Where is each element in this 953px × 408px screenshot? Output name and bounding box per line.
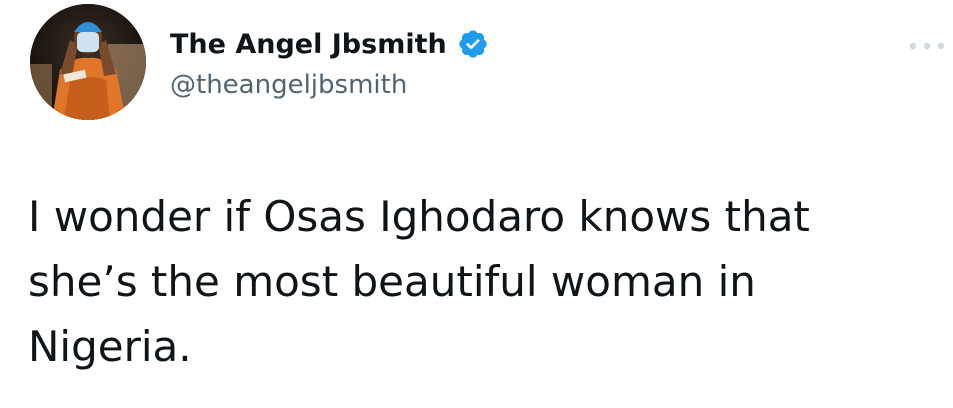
more-options-icon [909,42,945,50]
author-display-name[interactable]: The Angel Jbsmith [170,29,447,60]
author-name-row: The Angel Jbsmith [170,24,489,64]
author-handle[interactable]: @theangeljbsmith [170,70,407,100]
tweet-text: I wonder if Osas Ighodaro knows that she… [28,192,810,371]
author-avatar[interactable] [30,4,146,120]
verified-badge-icon [457,28,489,60]
more-options-button[interactable] [907,36,947,56]
tweet-card: The Angel Jbsmith @theangeljbsmith I won… [0,0,953,408]
avatar-photo-icon [30,4,146,120]
